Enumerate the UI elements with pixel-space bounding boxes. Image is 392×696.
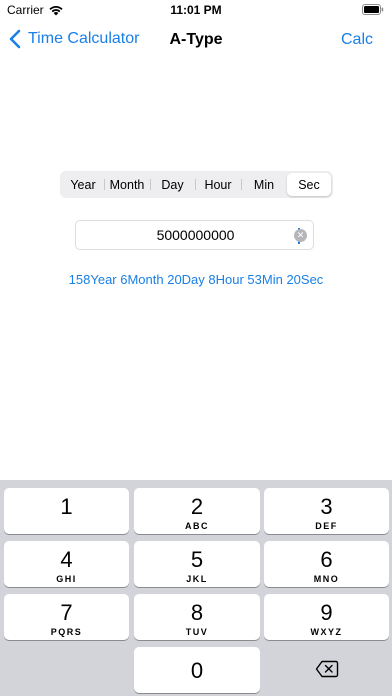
back-button[interactable]: Time Calculator [8,29,139,49]
key-0[interactable]: 0 [134,647,260,693]
back-button-label: Time Calculator [28,30,140,47]
numeric-keyboard: 1 2 ABC 3 DEF 4 GHI 5 JKL 6 MNO 7 PQRS 8 TUV 9 WXYZ 0 [0,480,392,696]
unit-segmented-control: Year Month Day Hour Min Sec [60,171,333,198]
chevron-left-icon [9,29,21,49]
key-letters: ABC [185,521,209,531]
key-letters: PQRS [50,627,83,637]
segment-month[interactable]: Month [104,173,150,196]
key-digit: 6 [320,547,333,572]
key-digit: 4 [60,547,73,572]
key-letters: GHI [56,574,77,584]
value-input[interactable] [76,221,315,249]
status-bar: Carrier 11:01 PM [0,0,392,22]
key-2[interactable]: 2 ABC [134,488,260,534]
key-6[interactable]: 6 MNO [264,541,389,587]
key-digit: 5 [190,547,204,572]
key-letters: TUV [185,627,209,637]
key-letters: WXYZ [310,627,343,637]
status-time: 11:01 PM [170,3,222,17]
key-7[interactable]: 7 PQRS [4,594,129,640]
clear-circle-icon[interactable]: ✕ [294,229,307,242]
key-digit: 9 [320,600,333,625]
key-letters: JKL [186,574,208,584]
delete-key[interactable] [264,647,389,690]
segment-day[interactable]: Day [150,173,195,196]
result-text: 158Year 6Month 20Day 8Hour 53Min 20Sec [68,272,324,287]
segment-sec[interactable]: Sec [287,173,331,196]
segment-min[interactable]: Min [241,173,287,196]
key-digit: 0 [190,658,204,683]
key-letters: DEF [315,521,338,531]
key-1[interactable]: 1 [4,488,129,534]
key-9[interactable]: 9 WXYZ [264,594,389,640]
key-digit: 2 [190,494,204,519]
key-4[interactable]: 4 GHI [4,541,129,587]
key-digit: 3 [320,494,333,519]
navigation-bar: Time Calculator A-Type Calc [0,24,392,58]
value-input-container: ✕ [75,220,315,250]
key-3[interactable]: 3 DEF [264,488,389,534]
key-letters: MNO [313,574,340,584]
key-digit: 1 [60,494,73,519]
key-digit: 7 [60,600,73,625]
calc-button[interactable]: Calc [341,31,373,49]
battery-icon [362,4,384,15]
segment-hour[interactable]: Hour [195,173,241,196]
key-8[interactable]: 8 TUV [134,594,260,640]
backspace-icon [315,660,338,677]
key-digit: 8 [190,600,204,625]
segment-year[interactable]: Year [62,173,104,196]
key-5[interactable]: 5 JKL [134,541,260,587]
